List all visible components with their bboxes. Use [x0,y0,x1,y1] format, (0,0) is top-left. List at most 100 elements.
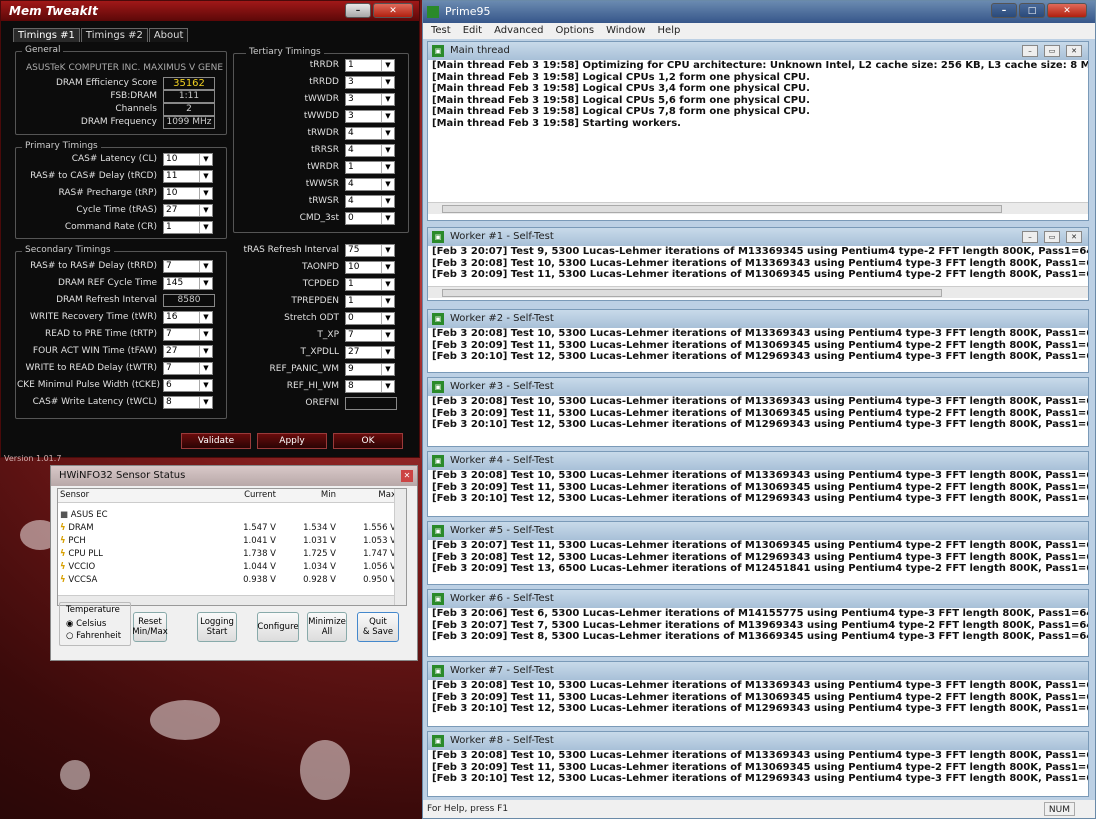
horizontal-scrollbar[interactable] [428,202,1088,214]
mdi-titlebar[interactable]: ▣ Main thread – ▭ ✕ [428,42,1088,60]
worker-icon: ▣ [432,455,444,467]
select-value: 11 [166,171,178,181]
select-trwsr[interactable]: 4 ▼ [345,195,395,208]
select-cycle-time-tras[interactable]: 27 ▼ [163,204,213,217]
minimize-button[interactable]: – [991,3,1017,18]
mdi-titlebar[interactable]: ▣ Worker #1 - Self-Test – ▭ ✕ [428,228,1088,246]
select-taonpd[interactable]: 10 ▼ [345,261,395,274]
select-cas-write-latency-twcl[interactable]: 8 ▼ [163,396,213,409]
close-button[interactable]: ✕ [373,3,413,18]
fahrenheit-radio[interactable]: ○ Fahrenheit [66,631,121,641]
chevron-down-icon: ▼ [381,179,394,190]
minimize-button[interactable]: – [345,3,371,18]
mdi-titlebar[interactable]: ▣ Worker #5 - Self-Test [428,522,1088,540]
column-header-sensor[interactable]: Sensor [58,489,218,502]
mdi-titlebar[interactable]: ▣ Worker #4 - Self-Test [428,452,1088,470]
menu-edit[interactable]: Edit [463,23,482,39]
sensor-table-container[interactable]: Sensor Current Min Max ■ ASUS EC ϟ DRAM … [57,488,407,606]
sensor-row[interactable]: ϟ CPU PLL 1.738 V 1.725 V 1.747 V [58,547,398,560]
close-icon[interactable]: ✕ [401,470,413,482]
mdi-titlebar[interactable]: ▣ Worker #7 - Self-Test [428,662,1088,680]
apply-button[interactable]: Apply [257,433,327,449]
column-header-current[interactable]: Current [218,489,278,502]
close-button[interactable]: ✕ [1066,231,1082,243]
select-four-act-win-time-tfaw[interactable]: 27 ▼ [163,345,213,358]
hwinfo-titlebar[interactable]: HWiNFO32 Sensor Status ✕ [51,466,417,486]
sensor-row[interactable]: ϟ VCCIO 1.044 V 1.034 V 1.056 V [58,560,398,573]
logging-start-button[interactable]: Logging Start [197,612,237,642]
select-ras-to-ras-delay-trrd[interactable]: 7 ▼ [163,260,213,273]
select-t-xp[interactable]: 7 ▼ [345,329,395,342]
select-trrsr[interactable]: 4 ▼ [345,144,395,157]
reset-min-max-button[interactable]: Reset Min/Max [132,612,168,642]
select-write-to-read-delay-twtr[interactable]: 7 ▼ [163,362,213,375]
select-tcpded[interactable]: 1 ▼ [345,278,395,291]
select-twwdr[interactable]: 3 ▼ [345,93,395,106]
quit-save-button[interactable]: Quit & Save [357,612,399,642]
scrollbar-thumb[interactable] [442,289,942,297]
tab-about[interactable]: About [148,28,189,42]
close-button[interactable]: ✕ [1047,3,1087,18]
sensor-group-row[interactable]: ■ ASUS EC [58,508,398,521]
celsius-radio[interactable]: ◉ Celsius [66,619,106,629]
select-ref-hi-wm[interactable]: 8 ▼ [345,380,395,393]
validate-button[interactable]: Validate [181,433,251,449]
sensor-row[interactable]: ϟ VCCSA 0.938 V 0.928 V 0.950 V [58,573,398,586]
select-twrdr[interactable]: 1 ▼ [345,161,395,174]
select-trwdr[interactable]: 4 ▼ [345,127,395,140]
menu-options[interactable]: Options [555,23,594,39]
restore-button[interactable]: ▭ [1044,231,1060,243]
maximize-button[interactable]: □ [1019,3,1045,18]
select-tras-refresh-interval[interactable]: 75 ▼ [345,244,395,257]
select-ras-precharge-trp[interactable]: 10 ▼ [163,187,213,200]
vertical-scrollbar[interactable] [394,489,406,605]
tab-timings-2[interactable]: Timings #2 [80,28,148,42]
minimize-button[interactable]: – [1022,231,1038,243]
menu-window[interactable]: Window [606,23,645,39]
mdi-titlebar[interactable]: ▣ Worker #8 - Self-Test [428,732,1088,750]
voltage-icon: ϟ [60,561,66,572]
close-button[interactable]: ✕ [1066,45,1082,57]
sensor-row[interactable]: ϟ DRAM 1.547 V 1.534 V 1.556 V [58,521,398,534]
select-twwsr[interactable]: 4 ▼ [345,178,395,191]
select-trrdd[interactable]: 3 ▼ [345,76,395,89]
select-read-to-pre-time-trtp[interactable]: 7 ▼ [163,328,213,341]
select-cmd-3st[interactable]: 0 ▼ [345,212,395,225]
column-header-min[interactable]: Min [278,489,338,502]
mdi-titlebar[interactable]: ▣ Worker #3 - Self-Test [428,378,1088,396]
select-write-recovery-time-twr[interactable]: 16 ▼ [163,311,213,324]
mdi-titlebar[interactable]: ▣ Worker #6 - Self-Test [428,590,1088,608]
select-dram-ref-cycle-time[interactable]: 145 ▼ [163,277,213,290]
minimize-icon: – [1001,5,1007,16]
tab-timings-1[interactable]: Timings #1 [13,28,80,42]
scrollbar-thumb[interactable] [442,205,1002,213]
chevron-down-icon: ▼ [381,330,394,341]
minimize-button[interactable]: – [1022,45,1038,57]
select-t-xpdll[interactable]: 27 ▼ [345,346,395,359]
log-line: [Feb 3 20:08] Test 12, 5300 Lucas-Lehmer… [432,551,1088,563]
prime95-titlebar[interactable]: Prime95 – □ ✕ [423,1,1095,23]
select-twwdd[interactable]: 3 ▼ [345,110,395,123]
general-title: General [22,45,64,55]
menu-help[interactable]: Help [658,23,681,39]
select-command-rate-cr[interactable]: 1 ▼ [163,221,213,234]
select-tprepden[interactable]: 1 ▼ [345,295,395,308]
menu-test[interactable]: Test [431,23,451,39]
log-text: [Feb 3 20:07] Test 9, 5300 Lucas-Lehmer … [428,246,1088,281]
mdi-titlebar[interactable]: ▣ Worker #2 - Self-Test [428,310,1088,328]
configure-button[interactable]: Configure [257,612,299,642]
column-header-max[interactable]: Max [338,489,398,502]
sensor-row[interactable]: ϟ PCH 1.041 V 1.031 V 1.053 V [58,534,398,547]
horizontal-scrollbar[interactable] [428,286,1088,298]
restore-button[interactable]: ▭ [1044,45,1060,57]
select-ref-panic-wm[interactable]: 9 ▼ [345,363,395,376]
minimize-all-button[interactable]: Minimize All [307,612,347,642]
select-stretch-odt[interactable]: 0 ▼ [345,312,395,325]
select-cas-latency-cl[interactable]: 10 ▼ [163,153,213,166]
ok-button[interactable]: OK [333,433,403,449]
menu-advanced[interactable]: Advanced [494,23,543,39]
timing-label-fsb-dram: FSB:DRAM [110,91,157,101]
select-cke-minimul-pulse-width-tcke[interactable]: 6 ▼ [163,379,213,392]
select-trrdr[interactable]: 1 ▼ [345,59,395,72]
select-ras-to-cas-delay-trcd[interactable]: 11 ▼ [163,170,213,183]
